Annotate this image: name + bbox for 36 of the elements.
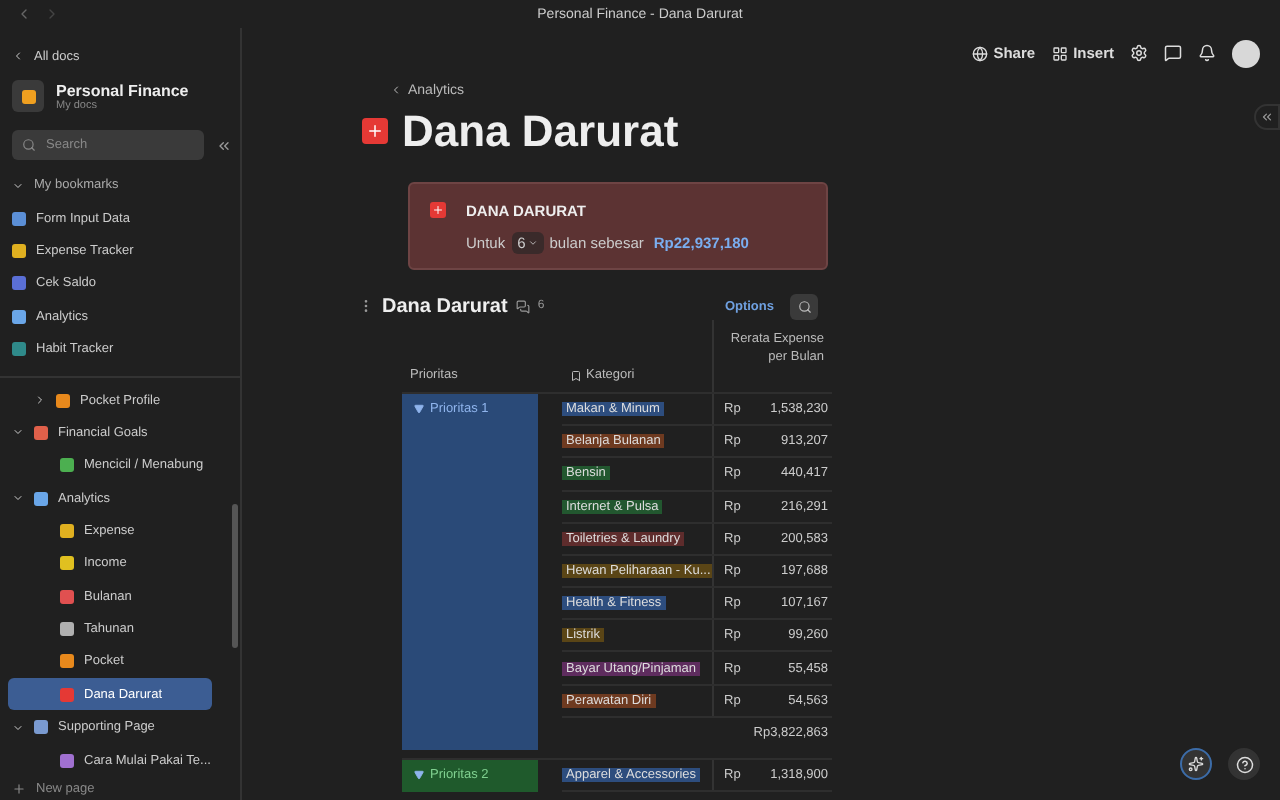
triangle-down-icon[interactable] (414, 770, 424, 781)
search-button[interactable] (790, 293, 818, 320)
chevron-down-icon[interactable] (12, 492, 24, 505)
collapse-sidebar-icon[interactable] (216, 137, 232, 154)
chevron-left-icon[interactable] (12, 50, 24, 63)
bookmark-icon (570, 369, 582, 382)
search-icon (797, 299, 811, 314)
double-chevron-left-icon (1260, 110, 1274, 124)
chevron-left-icon (390, 84, 402, 97)
grid-icon (1051, 45, 1068, 62)
page-title: Dana Darurat (402, 105, 679, 158)
collapse-panel-button[interactable] (1254, 104, 1280, 130)
help-icon (1235, 755, 1253, 773)
sparkles-icon (1188, 756, 1204, 772)
help-button[interactable] (1228, 748, 1260, 780)
triangle-down-icon[interactable] (414, 404, 424, 415)
comment-icon[interactable] (1164, 44, 1182, 63)
chevron-down-icon (527, 237, 538, 248)
workspace-logo-icon (12, 80, 44, 113)
page-icon (362, 118, 388, 145)
chevron-down-icon[interactable] (12, 426, 24, 439)
chevron-down-icon[interactable] (12, 721, 24, 734)
medical-icon (430, 201, 446, 218)
chevron-right-icon[interactable] (34, 394, 46, 407)
search-icon (22, 138, 36, 153)
scrollbar[interactable] (232, 504, 238, 648)
chevron-down-icon[interactable] (12, 179, 24, 192)
workspace-name: Personal Finance (56, 81, 189, 100)
avatar[interactable] (1232, 39, 1260, 68)
bell-icon[interactable] (1198, 44, 1216, 63)
plus-icon[interactable] (12, 781, 26, 796)
comments-icon (515, 299, 530, 314)
ai-assistant-button[interactable] (1180, 748, 1212, 780)
globe-icon (971, 45, 988, 62)
settings-icon[interactable] (1130, 44, 1148, 63)
table-title: Dana Darurat (382, 295, 508, 318)
